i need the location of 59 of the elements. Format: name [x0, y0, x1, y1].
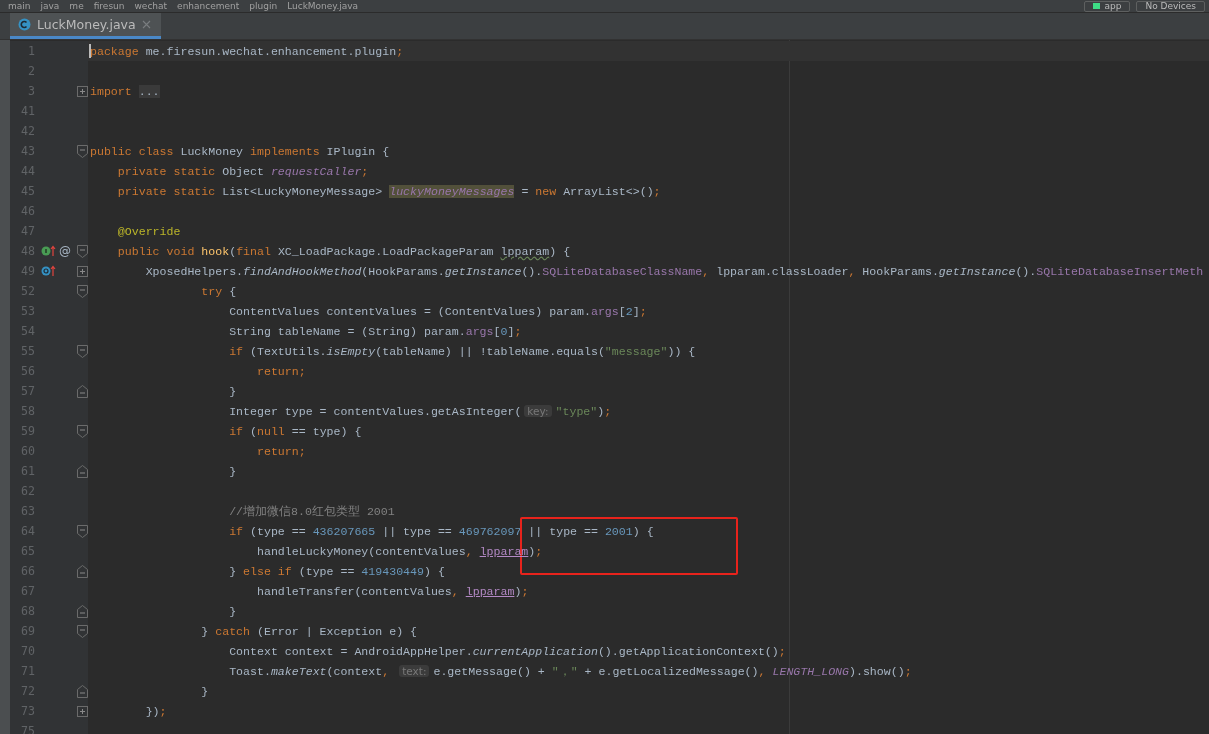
code-line: @Override: [116, 224, 181, 238]
code-line: } else if (type == 419430449) {: [228, 564, 445, 578]
code-line: return;: [255, 444, 306, 458]
fold-end-icon[interactable]: [76, 604, 88, 618]
code-line: String tableName = (String) param.args[0];: [228, 324, 522, 338]
collapse-fold-icon[interactable]: [76, 624, 88, 638]
code-line: import ...: [90, 84, 160, 98]
code-line: try {: [200, 284, 237, 298]
expand-fold-icon[interactable]: [76, 85, 88, 97]
code-line: Toast.makeText(context, text: e.getMessage() + "，" + e.getLocalizedMessage(), LENGTH_LONG).show();: [228, 663, 912, 679]
code-line: } catch (Error | Exception e) {: [200, 624, 417, 638]
code-line: Integer type = contentValues.getAsInteger( key: "type");: [228, 404, 612, 418]
code-line: }: [228, 464, 237, 478]
breadcrumb-item[interactable]: wechat: [134, 0, 168, 12]
collapse-fold-icon[interactable]: [76, 144, 88, 158]
code-line: package me.firesun.wechat.enhancement.plugin;: [90, 44, 404, 58]
file-tab[interactable]: LuckMoney.java: [10, 13, 161, 39]
collapse-fold-icon[interactable]: [76, 244, 88, 258]
fold-end-icon[interactable]: [76, 564, 88, 578]
breadcrumb-item[interactable]: firesun: [93, 0, 125, 12]
fold-end-icon[interactable]: [76, 464, 88, 478]
collapse-fold-icon[interactable]: [76, 424, 88, 438]
code-line: }: [200, 684, 209, 698]
overrides-method-icon[interactable]: [40, 265, 57, 277]
class-file-icon: [18, 18, 31, 31]
code-line: XposedHelpers.findAndHookMethod(HookParams.getInstance().SQLiteDatabaseClassName, lpparam.classLoader, HookParams.getInstance().SQLiteDatabaseInsertMeth: [144, 264, 1204, 278]
collapse-fold-icon[interactable]: [76, 524, 88, 538]
breadcrumb-item[interactable]: LuckMoney.java: [287, 0, 359, 12]
code-line: //增加微信8.0红包类型 2001: [228, 503, 395, 519]
code-line: return;: [255, 364, 306, 378]
expand-fold-icon[interactable]: [76, 265, 88, 277]
code-line: Context context = AndroidAppHelper.currentApplication().getApplicationContext();: [228, 644, 786, 658]
code-line: });: [144, 704, 167, 718]
breadcrumb-item[interactable]: me: [69, 0, 84, 12]
breadcrumb-item[interactable]: main: [8, 0, 31, 12]
code-line: if (null == type) {: [228, 424, 362, 438]
code-line: handleTransfer(contentValues, lpparam);: [255, 584, 529, 598]
code-line: if (type == 436207665 || type == 469762097 || type == 2001) {: [228, 524, 654, 538]
code-line: }: [228, 384, 237, 398]
code-line: public void hook(final XC_LoadPackage.LoadPackageParam lpparam) {: [116, 244, 571, 258]
code-line: if (TextUtils.isEmpty(tableName) || !tableName.equals("message")) {: [228, 344, 696, 358]
implements-method-icon[interactable]: [40, 245, 57, 257]
code-line: public class LuckMoney implements IPlugin {: [90, 144, 390, 158]
breadcrumb-item[interactable]: enhancement: [177, 0, 240, 12]
run-config-dropdown[interactable]: app: [1084, 0, 1131, 12]
expand-fold-icon[interactable]: [76, 705, 88, 717]
code-line: }: [228, 604, 237, 618]
fold-end-icon[interactable]: [76, 384, 88, 398]
close-icon[interactable]: [141, 20, 151, 29]
collapse-fold-icon[interactable]: [76, 344, 88, 358]
code-line: private static List<LuckyMoneyMessage> luckyMoneyMessages = new ArrayList<>();: [116, 184, 661, 198]
breadcrumb-item[interactable]: plugin: [249, 0, 278, 12]
breadcrumb-item[interactable]: java: [40, 0, 60, 12]
collapse-fold-icon[interactable]: [76, 284, 88, 298]
fold-end-icon[interactable]: [76, 684, 88, 698]
code-line: ContentValues contentValues = (ContentValues) param.args[2];: [228, 304, 647, 318]
device-dropdown[interactable]: No Devices: [1136, 0, 1205, 12]
code-line: private static Object requestCaller;: [116, 164, 369, 178]
annotation-marker: @: [58, 244, 71, 258]
